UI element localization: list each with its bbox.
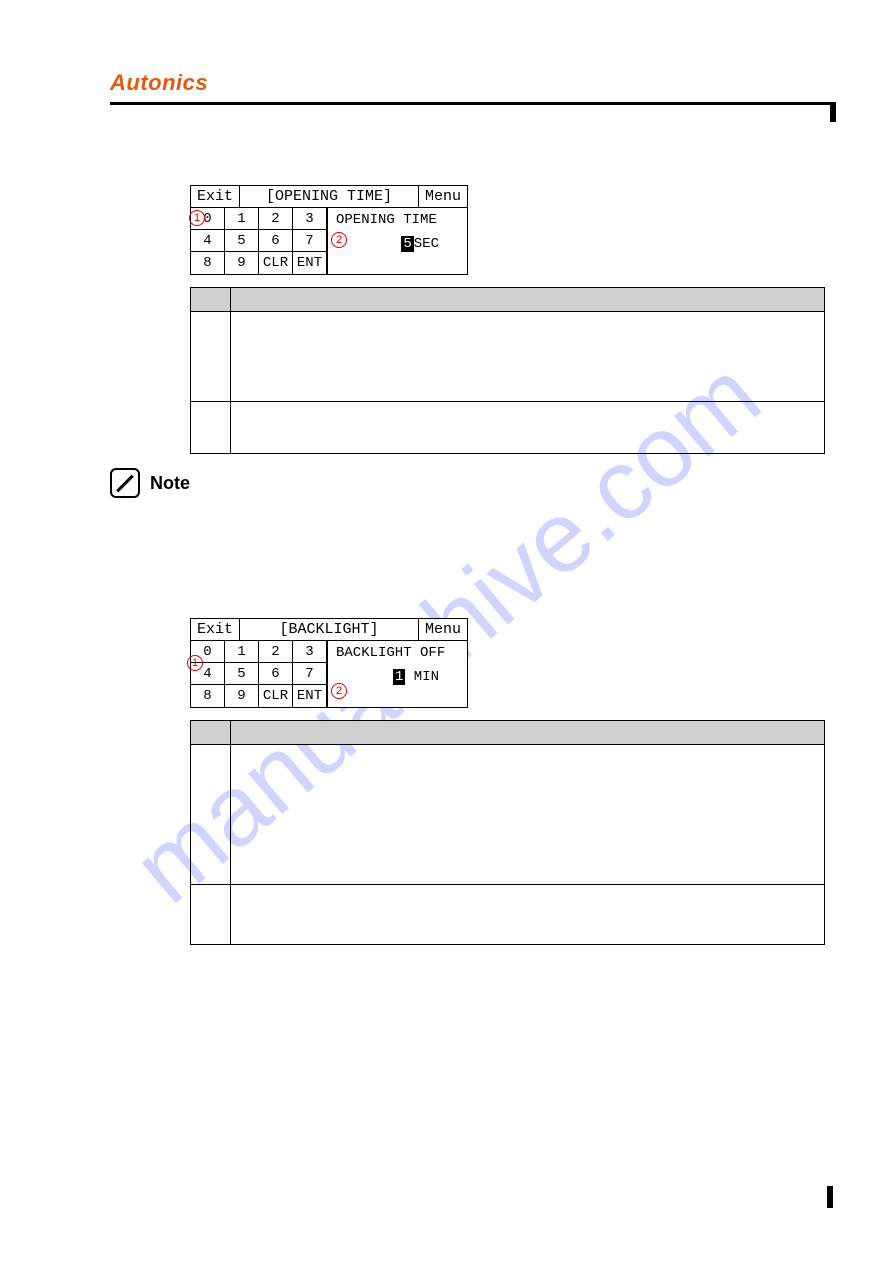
page-corner-mark — [827, 1186, 833, 1208]
table-header-desc — [231, 721, 825, 745]
table-cell — [191, 885, 231, 945]
value-unit: MIN — [405, 669, 439, 685]
note-label: Note — [150, 473, 190, 494]
content-table-2 — [190, 720, 825, 945]
key-2[interactable]: 2 — [259, 641, 293, 663]
key-5[interactable]: 5 — [225, 230, 259, 252]
marker-circle-1: 1 — [187, 655, 203, 671]
key-ent[interactable]: ENT — [293, 252, 327, 274]
content-table-1 — [190, 287, 825, 454]
exit-button[interactable]: Exit — [191, 619, 240, 640]
key-8[interactable]: 8 — [191, 252, 225, 274]
key-5[interactable]: 5 — [225, 663, 259, 685]
header-rule — [110, 102, 830, 105]
table-cell — [231, 885, 825, 945]
keypad: 0 1 2 3 4 5 6 7 8 9 CLR ENT — [191, 641, 327, 707]
value-number: 1 — [393, 669, 405, 685]
key-1[interactable]: 1 — [225, 641, 259, 663]
value-unit: SEC — [414, 236, 439, 252]
table-cell — [231, 312, 825, 402]
pencil-icon — [116, 474, 134, 492]
key-9[interactable]: 9 — [225, 252, 259, 274]
lcd-title: [BACKLIGHT] — [240, 619, 418, 640]
menu-button[interactable]: Menu — [418, 619, 467, 640]
note-icon — [110, 468, 140, 498]
lcd-panel-opening-time: Exit [OPENING TIME] Menu 0 1 2 3 4 5 6 7… — [190, 185, 468, 275]
key-2[interactable]: 2 — [259, 208, 293, 230]
key-1[interactable]: 1 — [225, 208, 259, 230]
key-ent[interactable]: ENT — [293, 685, 327, 707]
display-value: 1 MIN — [336, 669, 459, 685]
table-cell — [231, 402, 825, 454]
table-header-num — [191, 288, 231, 312]
marker-circle-2: 2 — [331, 232, 347, 248]
key-3[interactable]: 3 — [293, 208, 327, 230]
lcd-title: [OPENING TIME] — [240, 186, 418, 207]
menu-button[interactable]: Menu — [418, 186, 467, 207]
table-cell — [191, 312, 231, 402]
display-area: OPENING TIME 5SEC — [327, 208, 467, 274]
exit-button[interactable]: Exit — [191, 186, 240, 207]
key-8[interactable]: 8 — [191, 685, 225, 707]
table-cell — [231, 745, 825, 885]
brand-logo: Autonics — [110, 70, 823, 96]
keypad: 0 1 2 3 4 5 6 7 8 9 CLR ENT — [191, 208, 327, 274]
table-header-desc — [231, 288, 825, 312]
marker-circle-1: 1 — [189, 210, 205, 226]
display-label: OPENING TIME — [336, 212, 459, 228]
key-6[interactable]: 6 — [259, 663, 293, 685]
key-3[interactable]: 3 — [293, 641, 327, 663]
lcd-panel-backlight: Exit [BACKLIGHT] Menu 0 1 2 3 4 5 6 7 8 … — [190, 618, 468, 708]
key-7[interactable]: 7 — [293, 230, 327, 252]
display-area: BACKLIGHT OFF 1 MIN — [327, 641, 467, 707]
key-7[interactable]: 7 — [293, 663, 327, 685]
table-cell — [191, 745, 231, 885]
display-value: 5SEC — [336, 236, 459, 252]
table-cell — [191, 402, 231, 454]
table-header-num — [191, 721, 231, 745]
note-row: Note — [110, 468, 823, 498]
key-4[interactable]: 4 — [191, 230, 225, 252]
key-6[interactable]: 6 — [259, 230, 293, 252]
marker-circle-2: 2 — [331, 683, 347, 699]
key-9[interactable]: 9 — [225, 685, 259, 707]
key-clr[interactable]: CLR — [259, 252, 293, 274]
value-number: 5 — [401, 236, 413, 252]
key-clr[interactable]: CLR — [259, 685, 293, 707]
display-label: BACKLIGHT OFF — [336, 645, 459, 661]
